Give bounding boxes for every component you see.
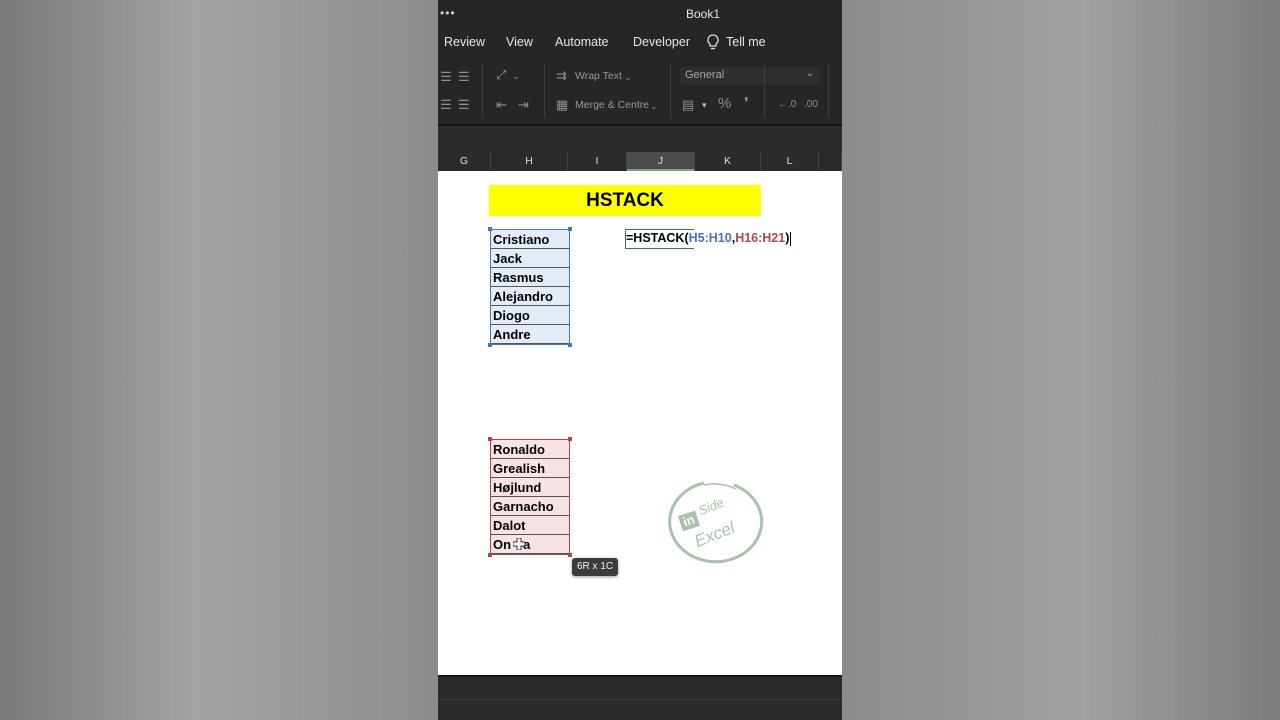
blurred-background-right: [842, 0, 1280, 720]
cell-h18[interactable]: Højlund: [491, 478, 569, 497]
last-names-range[interactable]: Ronaldo Grealish Højlund Garnacho Dalot …: [488, 437, 572, 557]
sheet-tabs-bar: [438, 675, 842, 720]
tab-automate[interactable]: Automate: [555, 35, 609, 49]
text-caret: [790, 231, 792, 246]
first-names-range[interactable]: Cristiano Jack Rasmus Alejandro Diogo An…: [488, 227, 572, 347]
excel-window: ••• Book1 Review View Automate Developer…: [438, 0, 842, 720]
range-handle[interactable]: [488, 437, 492, 441]
chevron-down-icon[interactable]: ⌄: [650, 99, 658, 113]
column-headers: G H I J K L: [438, 152, 842, 171]
ribbon-tabs: Review View Automate Developer Tell me: [438, 28, 842, 58]
column-header-h[interactable]: H: [491, 152, 568, 171]
align-center-icon[interactable]: ☰: [458, 70, 470, 84]
cell-h19[interactable]: Garnacho: [491, 497, 569, 516]
wrap-text-button[interactable]: Wrap Text: [575, 70, 622, 82]
orientation-icon[interactable]: ⤢: [496, 68, 506, 82]
chevron-down-icon: ⌄: [805, 68, 814, 79]
currency-format-icon[interactable]: ▤: [682, 98, 694, 112]
decrease-indent-icon[interactable]: ⇤: [496, 98, 507, 112]
column-header-g[interactable]: G: [438, 152, 491, 171]
align-left-icon[interactable]: ☰: [440, 70, 452, 84]
chevron-down-icon[interactable]: ▾: [702, 98, 707, 112]
more-icon[interactable]: •••: [440, 6, 456, 20]
tell-me-search[interactable]: Tell me: [726, 35, 766, 49]
home-ribbon: ☰ ☰ ☰ ☰ ⤢ ⌄ ⇤ ⇥ ⇉ Wrap Text ⌄ ▦ Merge & …: [438, 58, 842, 124]
cell-h5[interactable]: Cristiano: [491, 230, 569, 249]
formula-range-2: H16:H21: [735, 231, 786, 245]
active-cell-border: [625, 229, 694, 249]
formula-range-1: H5:H10: [688, 231, 732, 245]
wrap-text-icon[interactable]: ⇉: [556, 69, 567, 83]
window-title: Book1: [686, 7, 721, 21]
title-bar: ••• Book1: [438, 0, 842, 28]
watermark-ring: [668, 481, 764, 564]
number-format-select[interactable]: General ⌄: [680, 67, 820, 85]
column-header-j[interactable]: J: [627, 152, 695, 171]
range-handle[interactable]: [488, 343, 492, 347]
column-header-k[interactable]: K: [695, 152, 761, 171]
tab-developer[interactable]: Developer: [633, 35, 690, 49]
cell-h17[interactable]: Grealish: [491, 459, 569, 478]
range-handle[interactable]: [568, 553, 572, 557]
cell-h21-text-start: On: [493, 537, 512, 552]
decrease-decimal-icon[interactable]: .00: [804, 98, 818, 112]
chevron-down-icon[interactable]: ⌄: [512, 69, 520, 83]
range-handle[interactable]: [568, 343, 572, 347]
active-cell-j5[interactable]: =HSTACK(H5:H10,H16:H21): [625, 229, 792, 249]
column-header-l[interactable]: L: [761, 152, 819, 171]
align-justify-icon[interactable]: ☰: [440, 98, 452, 112]
cell-h21[interactable]: On a: [491, 535, 569, 554]
cell-h6[interactable]: Jack: [491, 249, 569, 268]
range-handle[interactable]: [488, 553, 492, 557]
cell-h16[interactable]: Ronaldo: [491, 440, 569, 459]
blurred-background-left: [0, 0, 438, 720]
cell-h8[interactable]: Alejandro: [491, 287, 569, 306]
formula-suffix: ): [785, 231, 790, 245]
cell-h20[interactable]: Dalot: [491, 516, 569, 535]
column-header-m[interactable]: [819, 152, 842, 171]
tab-review[interactable]: Review: [444, 35, 485, 49]
align-right-icon[interactable]: ☰: [458, 98, 470, 112]
percent-icon[interactable]: %: [718, 96, 731, 111]
column-header-i[interactable]: I: [568, 152, 627, 171]
merge-centre-button[interactable]: Merge & Centre: [575, 99, 649, 111]
lightbulb-icon[interactable]: [706, 34, 720, 52]
increase-indent-icon[interactable]: ⇥: [518, 98, 529, 112]
cell-h9[interactable]: Diogo: [491, 306, 569, 325]
cell-select-cursor-icon: [513, 538, 525, 550]
worksheet-grid[interactable]: HSTACK Cristiano Jack Rasmus Alejandro D…: [438, 171, 842, 675]
merge-icon[interactable]: ▦: [556, 98, 568, 112]
cell-h7[interactable]: Rasmus: [491, 268, 569, 287]
inside-excel-watermark: in Side Excel: [664, 477, 764, 569]
cell-h10[interactable]: Andre: [491, 325, 569, 344]
hstack-title-banner[interactable]: HSTACK: [489, 185, 761, 216]
increase-decimal-icon[interactable]: ←.0: [778, 98, 796, 112]
comma-style-icon[interactable]: ❜: [744, 96, 749, 111]
selection-size-tooltip: 6R x 1C: [572, 558, 619, 576]
range-handle[interactable]: [488, 227, 492, 231]
tab-view[interactable]: View: [506, 35, 533, 49]
range-handle[interactable]: [568, 437, 572, 441]
range-handle[interactable]: [568, 227, 572, 231]
chevron-down-icon[interactable]: ⌄: [624, 70, 632, 84]
formula-bar[interactable]: [438, 124, 842, 154]
